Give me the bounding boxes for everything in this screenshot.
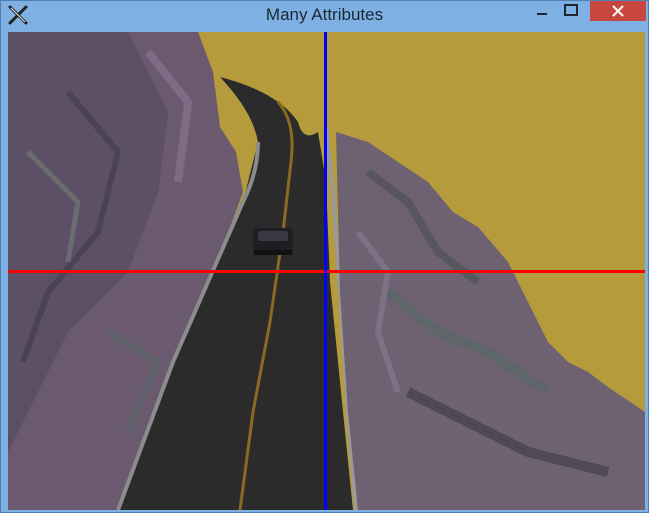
minimize-icon — [537, 13, 547, 15]
close-icon — [612, 5, 624, 17]
minimize-button[interactable] — [528, 1, 556, 21]
crosshair-vertical — [324, 32, 327, 510]
title-bar[interactable]: Many Attributes — [1, 1, 648, 31]
app-window: Many Attributes — [0, 0, 649, 513]
maximize-icon — [564, 4, 578, 16]
scene-viewport[interactable] — [8, 32, 645, 510]
close-button[interactable] — [590, 1, 646, 21]
car — [253, 228, 293, 255]
maximize-button[interactable] — [557, 1, 585, 21]
3d-scene — [8, 32, 645, 510]
